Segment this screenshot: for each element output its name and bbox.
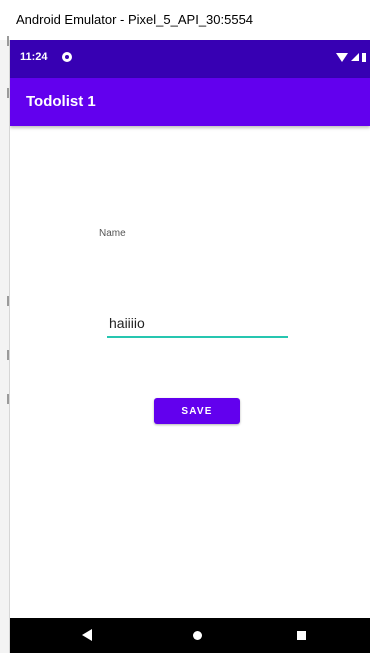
status-time: 11:24 [20,51,48,63]
status-bar: 11:24 [10,40,370,78]
signal-icon [351,53,359,61]
wifi-icon [336,52,348,62]
emulator-side-strip [0,36,10,653]
strip-tick [7,296,9,306]
window-titlebar[interactable]: Android Emulator - Pixel_5_API_30:5554 [0,0,379,40]
back-icon[interactable] [82,629,92,641]
strip-tick [7,88,9,98]
app-bar: Todolist 1 [10,78,370,126]
notification-icon [62,52,72,62]
strip-tick [7,350,9,360]
window-title: Android Emulator - Pixel_5_API_30:5554 [16,12,254,27]
emulator-right-edge [370,40,379,653]
name-label: Name [99,228,126,239]
app-title: Todolist 1 [26,93,96,110]
strip-tick [7,36,9,46]
name-input[interactable] [107,312,288,338]
battery-icon [362,52,366,62]
status-icons [336,51,366,63]
recents-icon[interactable] [297,631,306,640]
home-icon[interactable] [193,631,202,640]
navigation-bar [10,618,370,653]
save-button[interactable]: SAVE [154,398,240,424]
device-screen: 11:24 Todolist 1 Name SAVE [10,40,370,653]
strip-tick [7,394,9,404]
emulator-window: Android Emulator - Pixel_5_API_30:5554 1… [0,0,379,653]
